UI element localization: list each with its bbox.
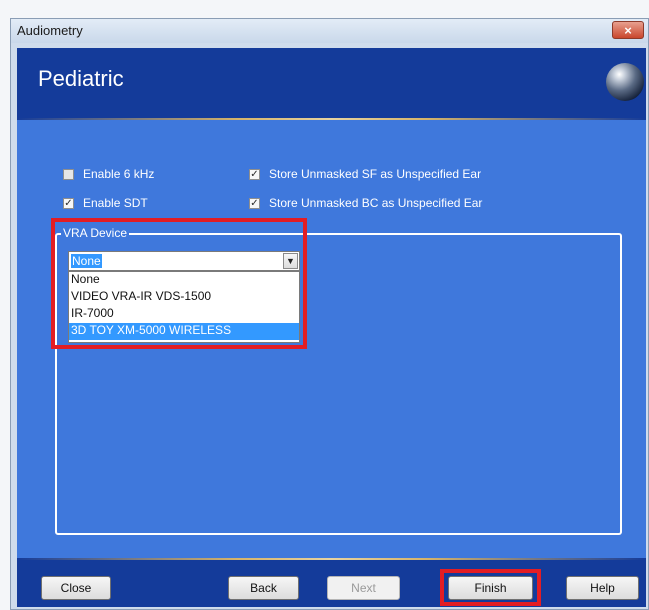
button-bar: Close Back Next Finish Help	[17, 558, 646, 607]
enable-sdt-checkbox[interactable]: ✓ Enable SDT	[63, 196, 148, 210]
close-button[interactable]: Close	[41, 576, 111, 600]
checkbox-checked-icon[interactable]: ✓	[249, 168, 260, 180]
checkbox-checked-icon[interactable]: ✓	[249, 197, 260, 209]
checkbox-checked-icon[interactable]: ✓	[63, 197, 74, 209]
store-bc-label: Store Unmasked BC as Unspecified Ear	[269, 196, 483, 210]
store-bc-checkbox[interactable]: ✓ Store Unmasked BC as Unspecified Ear	[249, 196, 482, 210]
globe-orb-icon	[606, 63, 644, 101]
title-bar: Audiometry ×	[11, 19, 648, 43]
highlight-annotation-box	[51, 218, 307, 349]
finish-highlight-annotation	[440, 569, 541, 606]
next-button: Next	[327, 576, 400, 600]
enable-sdt-label: Enable SDT	[83, 196, 148, 210]
page-header: Pediatric	[17, 48, 646, 120]
enable-6khz-label: Enable 6 kHz	[83, 167, 155, 181]
store-sf-label: Store Unmasked SF as Unspecified Ear	[269, 167, 482, 181]
enable-6khz-checkbox[interactable]: Enable 6 kHz	[63, 167, 154, 181]
checkbox-unchecked-icon[interactable]	[63, 168, 74, 180]
page-title: Pediatric	[38, 66, 124, 91]
window-title: Audiometry	[17, 23, 83, 38]
audiometry-window: Audiometry × Pediatric Enable 6 kHz ✓ En…	[10, 18, 649, 610]
store-sf-checkbox[interactable]: ✓ Store Unmasked SF as Unspecified Ear	[249, 167, 481, 181]
window-close-button[interactable]: ×	[612, 21, 644, 39]
back-button[interactable]: Back	[228, 576, 299, 600]
footer-divider	[17, 558, 646, 560]
content-panel: Enable 6 kHz ✓ Enable SDT ✓ Store Unmask…	[17, 120, 646, 558]
help-button[interactable]: Help	[566, 576, 639, 600]
